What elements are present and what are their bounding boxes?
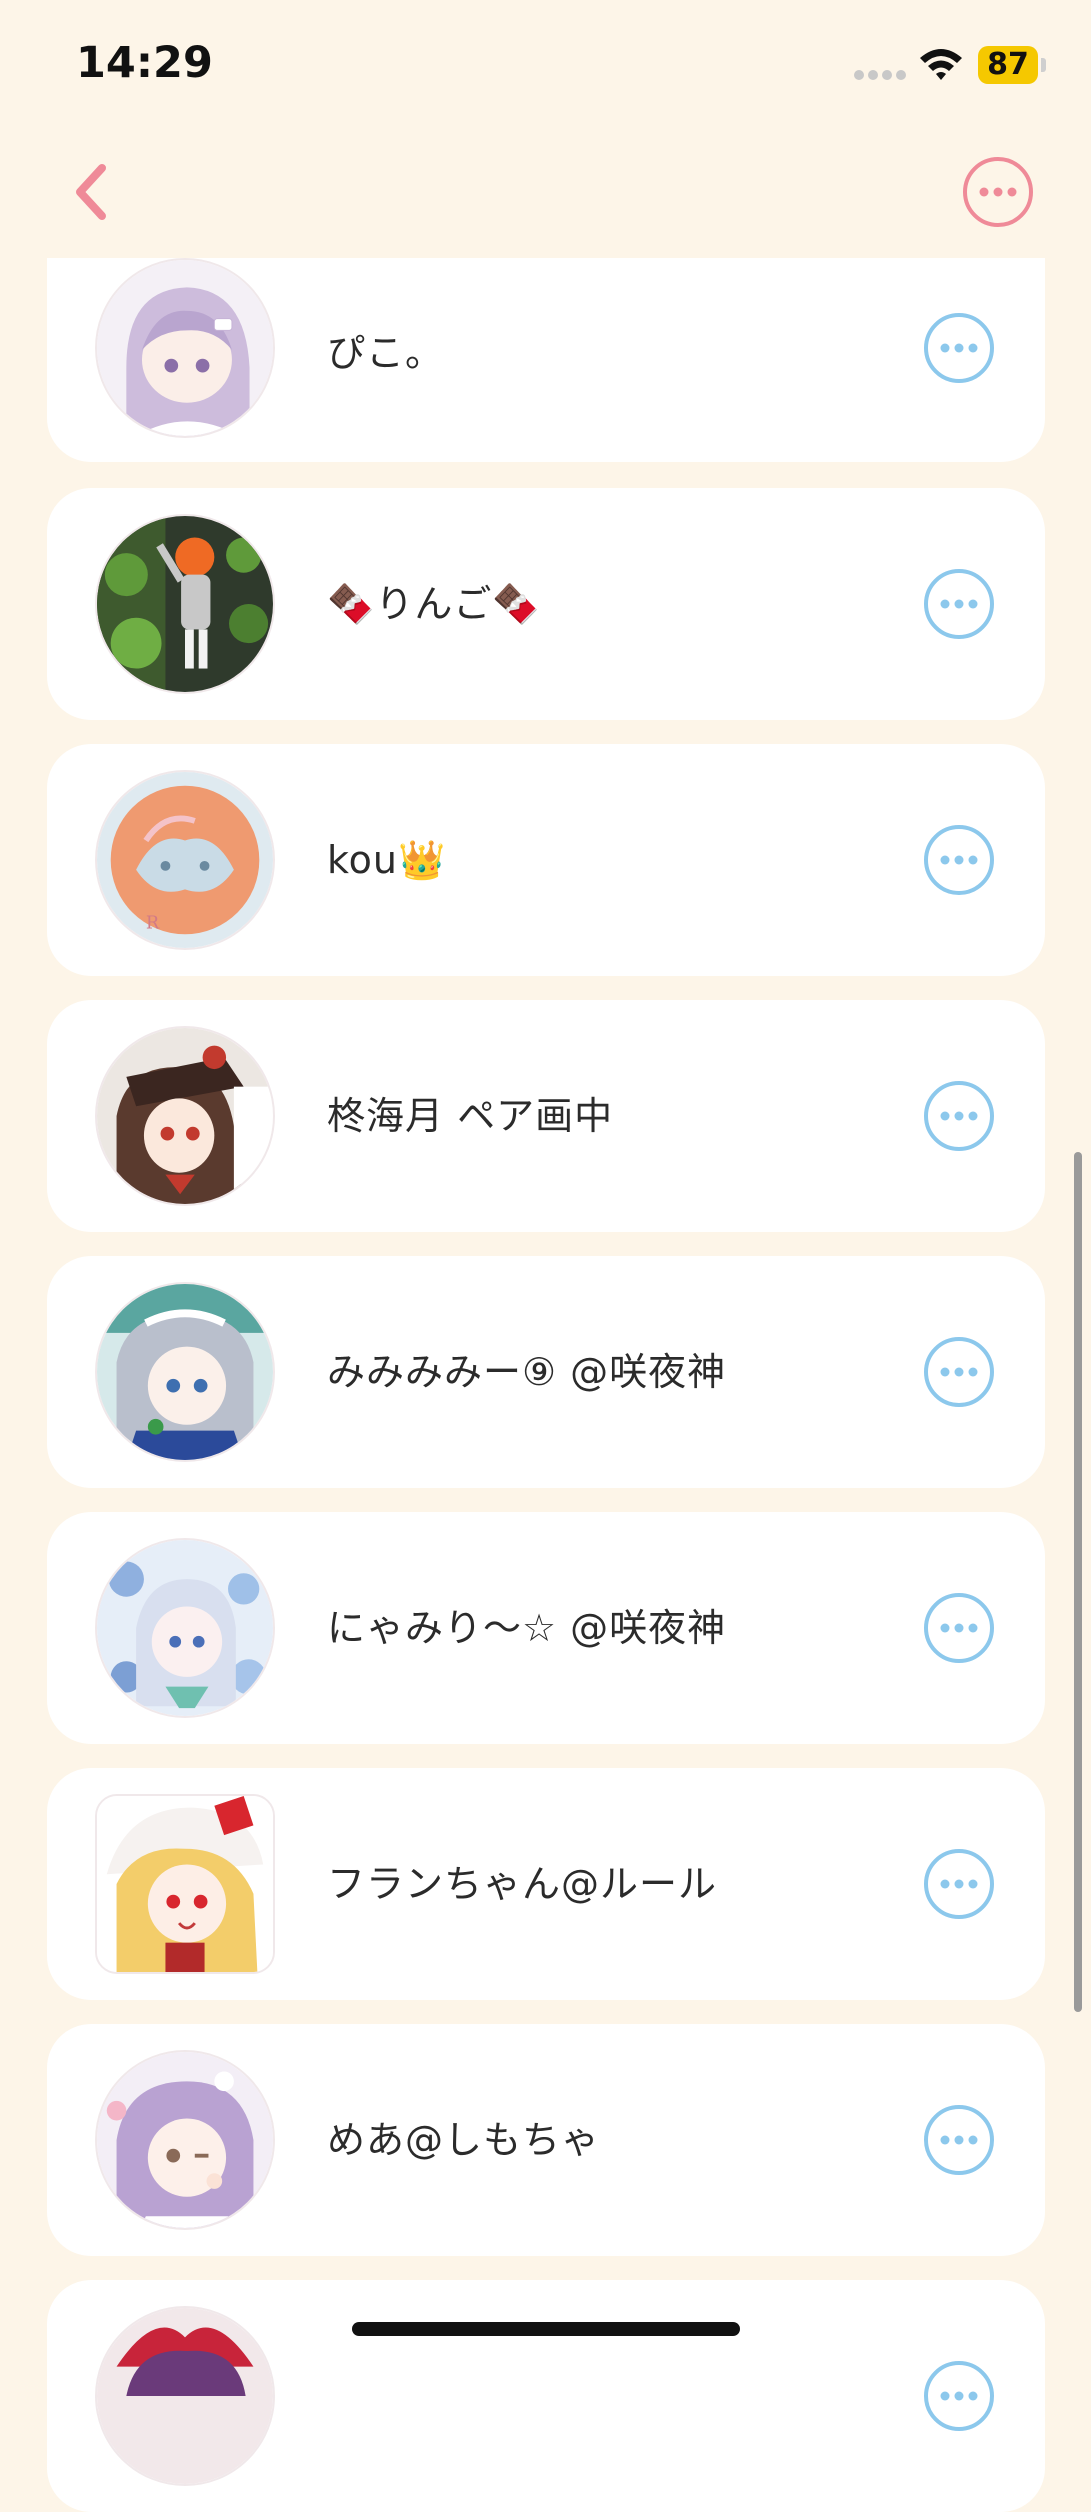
- ellipsis-circle-icon: [924, 2361, 994, 2431]
- row-more-button[interactable]: [923, 2104, 995, 2176]
- row-more-button[interactable]: [923, 1848, 995, 1920]
- avatar-image: R: [97, 772, 273, 948]
- avatar-image: [97, 260, 273, 436]
- list-item[interactable]: 柊海月 ペア画中: [47, 1000, 1045, 1232]
- user-name: 柊海月 ペア画中: [327, 1094, 614, 1138]
- list-item[interactable]: にゃみり〜☆ @咲夜神: [47, 1512, 1045, 1744]
- list-item[interactable]: ぴこ。: [47, 258, 1045, 462]
- row-more-button[interactable]: [923, 312, 995, 384]
- avatar[interactable]: [95, 1026, 275, 1206]
- avatar-image: [97, 1028, 273, 1204]
- list-item[interactable]: [47, 2280, 1045, 2512]
- avatar[interactable]: [95, 258, 275, 438]
- row-more-button[interactable]: [923, 1592, 995, 1664]
- ellipsis-circle-icon: [924, 1337, 994, 1407]
- header: 14:29 87: [0, 0, 1091, 256]
- avatar-image: [97, 516, 273, 692]
- row-more-button[interactable]: [923, 1336, 995, 1408]
- row-more-button[interactable]: [923, 568, 995, 640]
- user-name: みみみみー⑨ @咲夜神: [327, 1350, 727, 1394]
- ellipsis-circle-icon: [924, 2105, 994, 2175]
- list-item[interactable]: 🍫りんご🍫: [47, 488, 1045, 720]
- user-name: フランちゃん@ルール: [327, 1862, 718, 1906]
- scrollbar[interactable]: [1074, 1152, 1082, 2012]
- list-item[interactable]: めあ@しもちゃ: [47, 2024, 1045, 2256]
- wifi-icon: [920, 49, 962, 80]
- battery-level: 87: [978, 46, 1038, 84]
- avatar[interactable]: [95, 2306, 275, 2486]
- avatar-image: [97, 1796, 273, 1972]
- status-bar: 14:29 87: [0, 0, 1091, 130]
- ellipsis-circle-icon: [963, 157, 1033, 227]
- list-item[interactable]: みみみみー⑨ @咲夜神: [47, 1256, 1045, 1488]
- avatar-image: [97, 2052, 273, 2228]
- status-time: 14:29: [76, 38, 213, 88]
- row-more-button[interactable]: [923, 1080, 995, 1152]
- avatar-image: [97, 1284, 273, 1460]
- ellipsis-circle-icon: [924, 569, 994, 639]
- follower-list: ぴこ。 🍫りんご🍫 R kou👑 柊海月 ペア画中 みみみみー⑨ @咲夜神 にゃ…: [0, 0, 1091, 2512]
- user-name: ぴこ。: [327, 331, 445, 375]
- list-item[interactable]: フランちゃん@ルール: [47, 1768, 1045, 2000]
- more-options-button[interactable]: [962, 156, 1034, 228]
- user-name: にゃみり〜☆ @咲夜神: [327, 1606, 727, 1650]
- chevron-left-icon: [76, 164, 106, 220]
- battery-cap: [1041, 58, 1046, 72]
- ellipsis-circle-icon: [924, 825, 994, 895]
- ellipsis-circle-icon: [924, 1081, 994, 1151]
- avatar[interactable]: [95, 1538, 275, 1718]
- user-name: めあ@しもちゃ: [327, 2118, 601, 2162]
- row-more-button[interactable]: [923, 824, 995, 896]
- avatar[interactable]: R: [95, 770, 275, 950]
- svg-text:R: R: [146, 913, 160, 933]
- back-button[interactable]: [64, 160, 120, 224]
- user-name: 🍫りんご🍫: [327, 582, 541, 626]
- avatar[interactable]: [95, 514, 275, 694]
- ellipsis-circle-icon: [924, 1849, 994, 1919]
- avatar[interactable]: [95, 2050, 275, 2230]
- avatar-image: [97, 1540, 273, 1716]
- avatar[interactable]: [95, 1282, 275, 1462]
- row-more-button[interactable]: [923, 2360, 995, 2432]
- home-indicator[interactable]: [352, 2322, 740, 2336]
- ellipsis-circle-icon: [924, 1593, 994, 1663]
- cellular-signal-icon: [854, 70, 906, 80]
- ellipsis-circle-icon: [924, 313, 994, 383]
- user-name: kou👑: [327, 838, 447, 882]
- avatar-image: [97, 2308, 273, 2484]
- avatar[interactable]: [95, 1794, 275, 1974]
- list-item[interactable]: R kou👑: [47, 744, 1045, 976]
